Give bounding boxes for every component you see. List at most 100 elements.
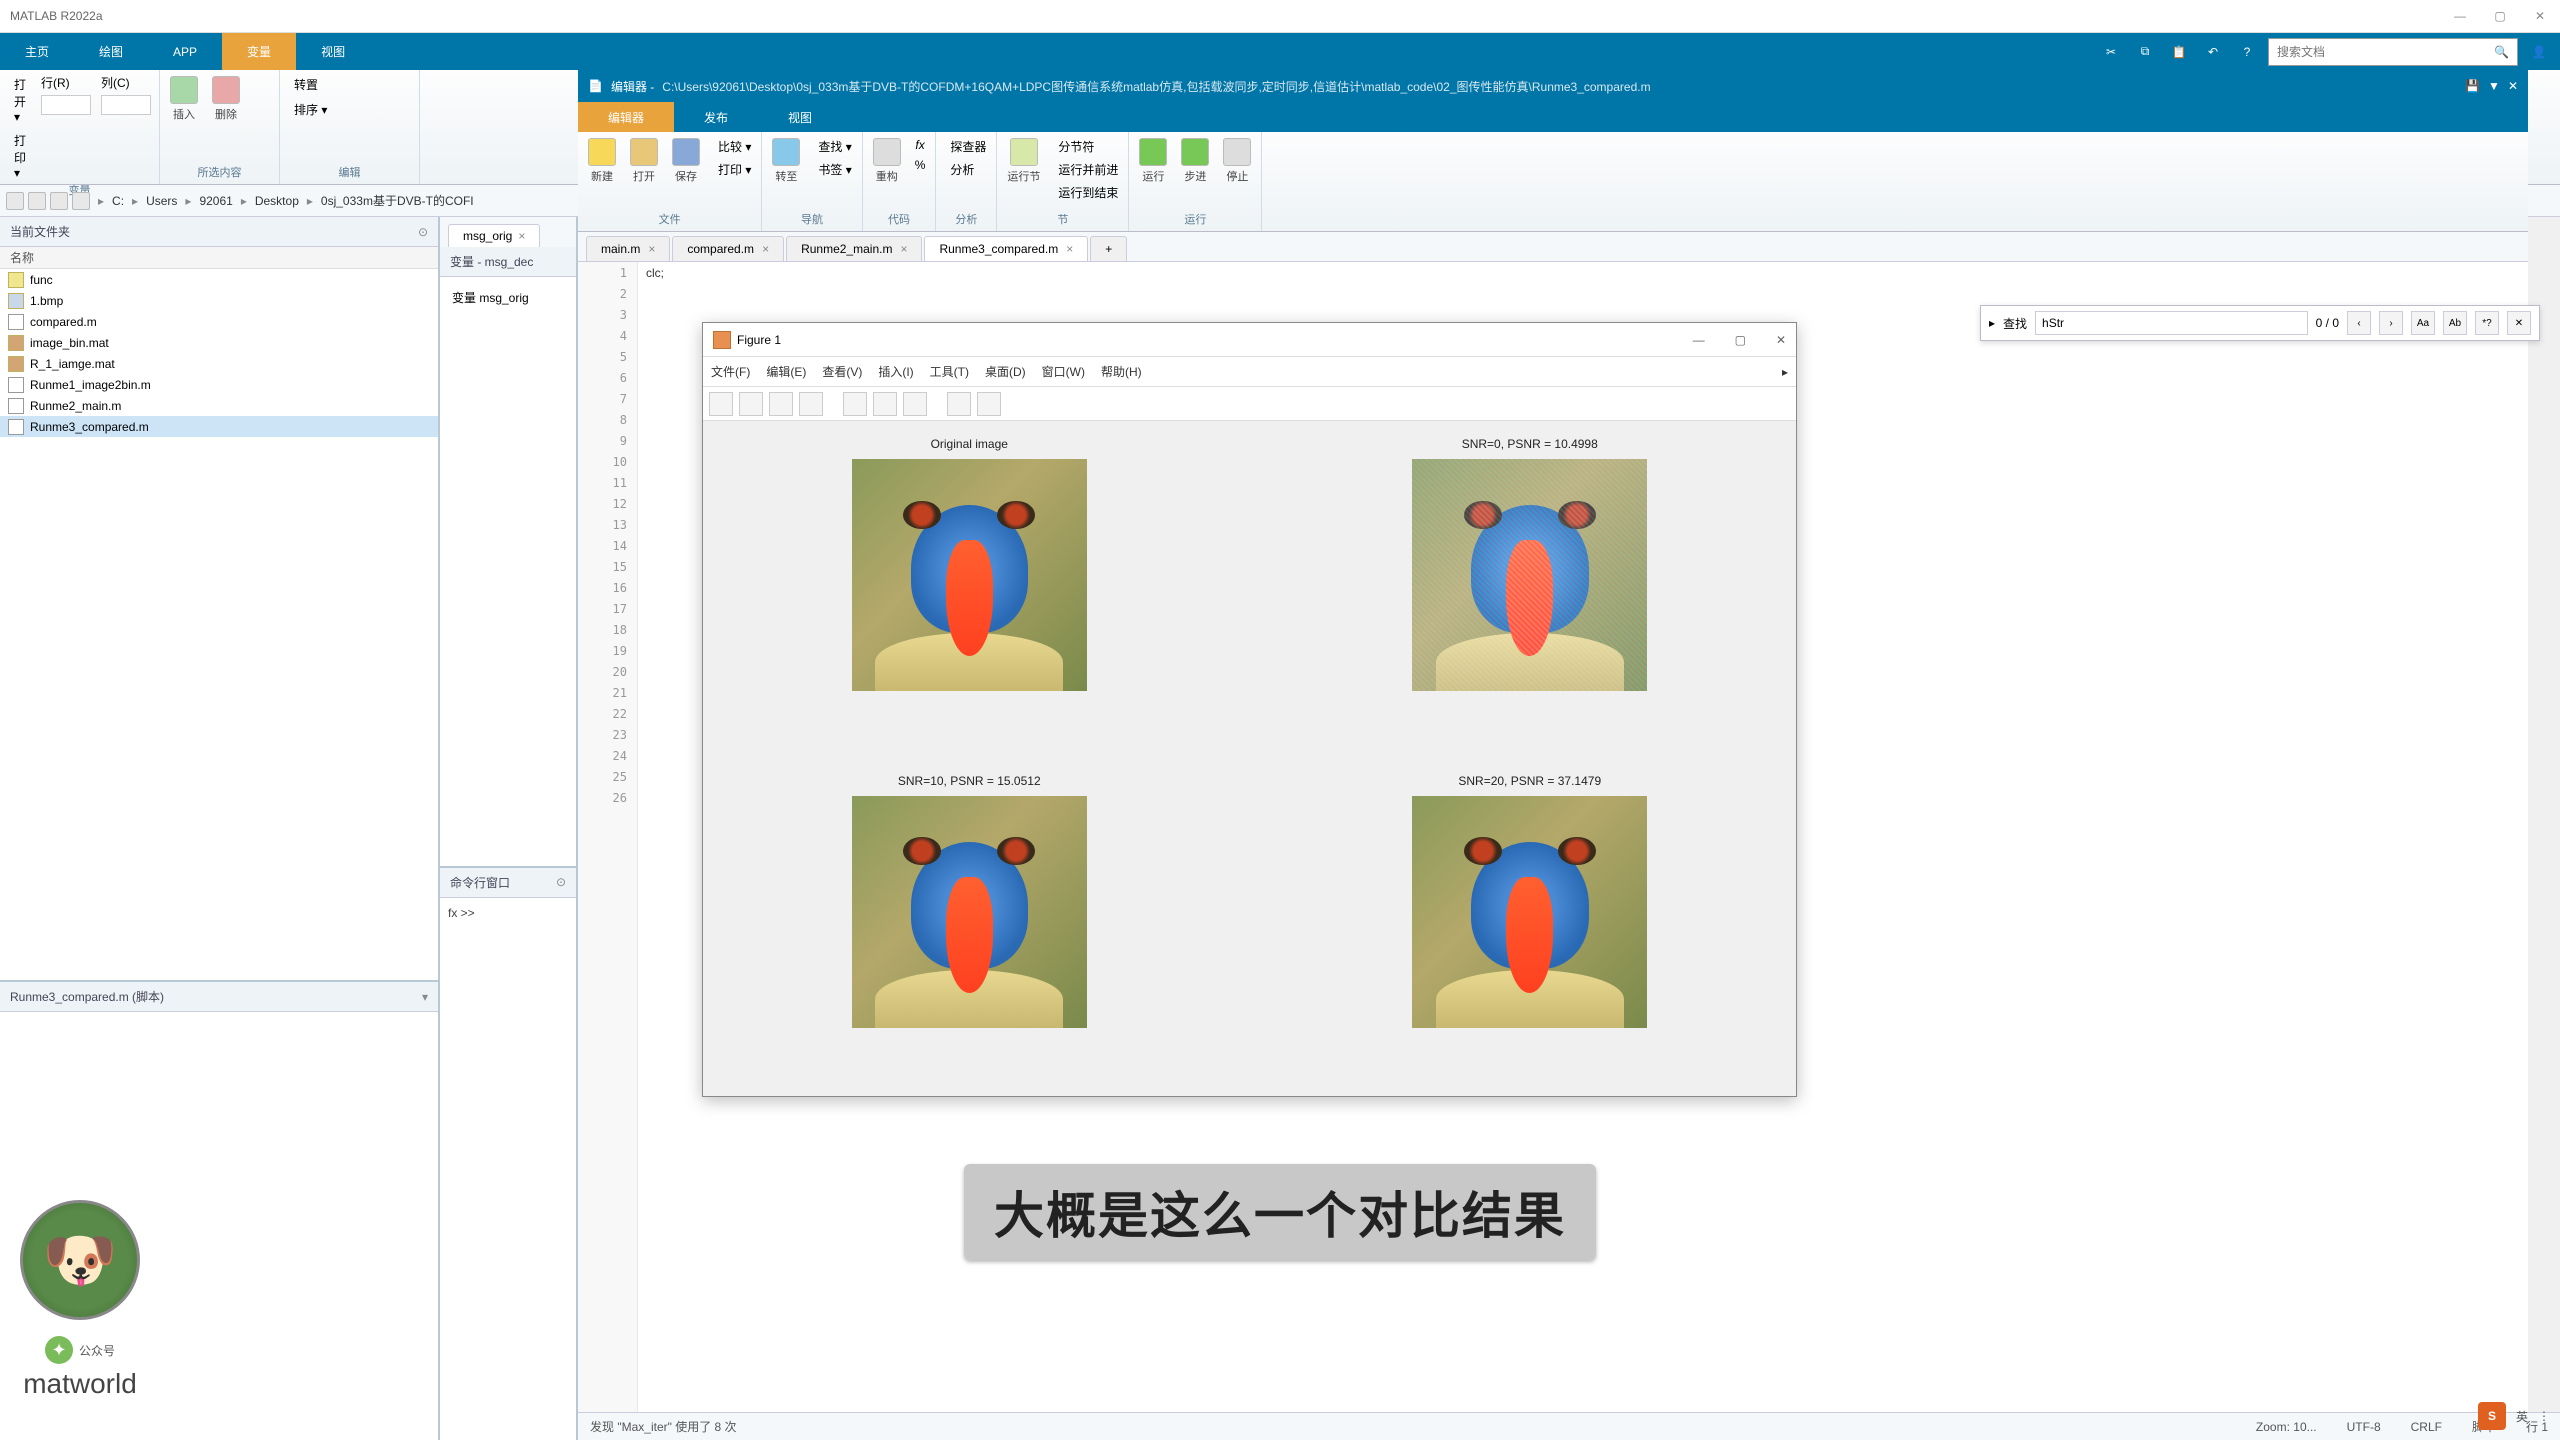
find-next-button[interactable]: › bbox=[2379, 311, 2403, 335]
maximize-button[interactable]: ▢ bbox=[2490, 9, 2510, 23]
insert-button[interactable]: 插入 bbox=[168, 74, 200, 124]
cmd-prompt[interactable]: fx >> bbox=[448, 906, 475, 920]
whole-word-button[interactable]: Ab bbox=[2443, 311, 2467, 335]
find-close-button[interactable]: ✕ bbox=[2507, 311, 2531, 335]
file-tab[interactable]: Runme2_main.m× bbox=[786, 236, 922, 261]
explorer-button[interactable]: 探查器 bbox=[944, 136, 988, 157]
editor-dock-icon[interactable]: ▼ bbox=[2488, 79, 2500, 93]
menu-view[interactable]: 查看(V) bbox=[822, 363, 862, 380]
file-row[interactable]: Runme3_compared.m bbox=[0, 416, 438, 437]
ime-more-icon[interactable]: ⋮ bbox=[2538, 1409, 2550, 1423]
analyze-button[interactable]: 分析 bbox=[944, 159, 988, 180]
col-input[interactable] bbox=[101, 95, 151, 115]
print-editor-button[interactable]: 打印 ▾ bbox=[712, 159, 753, 180]
run-section-button[interactable]: 运行节 bbox=[1005, 136, 1042, 186]
status-encoding[interactable]: UTF-8 bbox=[2347, 1420, 2381, 1434]
close-tab-icon[interactable]: × bbox=[762, 242, 769, 256]
pin-icon[interactable]: ⊙ bbox=[418, 225, 428, 239]
bookmark-button[interactable]: 书签 ▾ bbox=[812, 159, 853, 180]
crumb-92061[interactable]: 92061 bbox=[199, 194, 232, 208]
link-icon[interactable] bbox=[843, 392, 867, 416]
fx-button[interactable]: fx bbox=[913, 136, 926, 154]
colorbar-icon[interactable] bbox=[873, 392, 897, 416]
tab-variable[interactable]: 变量 bbox=[222, 33, 296, 70]
step-button[interactable]: 步进 bbox=[1179, 136, 1211, 186]
close-button[interactable]: ✕ bbox=[2530, 9, 2550, 23]
paste-icon[interactable]: 📋 bbox=[2166, 39, 2192, 65]
file-row[interactable]: 1.bmp bbox=[0, 290, 438, 311]
open-file-button[interactable]: 打开 bbox=[628, 136, 660, 186]
search-icon[interactable]: 🔍 bbox=[2494, 45, 2509, 59]
editor-close-icon[interactable]: ✕ bbox=[2508, 79, 2518, 93]
close-tab-icon[interactable]: × bbox=[1066, 242, 1073, 256]
login-icon[interactable]: 👤 bbox=[2526, 39, 2552, 65]
forward-icon[interactable] bbox=[28, 192, 46, 210]
detail-dropdown-icon[interactable]: ▾ bbox=[422, 990, 428, 1004]
close-tab-icon[interactable]: × bbox=[648, 242, 655, 256]
refactor-button[interactable]: 重构 bbox=[871, 136, 903, 186]
run-advance-button[interactable]: 运行并前进 bbox=[1052, 159, 1120, 180]
tab-view[interactable]: 视图 bbox=[296, 33, 370, 70]
save-fig-icon[interactable] bbox=[769, 392, 793, 416]
help-icon[interactable]: ? bbox=[2234, 39, 2260, 65]
undo-icon[interactable]: ↶ bbox=[2200, 39, 2226, 65]
tab-home[interactable]: 主页 bbox=[0, 33, 74, 70]
delete-button[interactable]: 删除 bbox=[210, 74, 242, 124]
save-file-button[interactable]: 保存 bbox=[670, 136, 702, 186]
menu-edit[interactable]: 编辑(E) bbox=[766, 363, 806, 380]
match-case-button[interactable]: Aa bbox=[2411, 311, 2435, 335]
print-button[interactable]: 打印 ▾ bbox=[8, 130, 31, 182]
print-fig-icon[interactable] bbox=[799, 392, 823, 416]
open-button[interactable]: 打开 ▾ bbox=[8, 74, 31, 126]
new-fig-icon[interactable] bbox=[709, 392, 733, 416]
new-tab-button[interactable]: + bbox=[1090, 236, 1127, 261]
file-tab[interactable]: Runme3_compared.m× bbox=[924, 236, 1088, 261]
copy-icon[interactable]: ⧉ bbox=[2132, 39, 2158, 65]
run-button[interactable]: 运行 bbox=[1137, 136, 1169, 186]
status-eol[interactable]: CRLF bbox=[2411, 1420, 2442, 1434]
cmd-pin-icon[interactable]: ⊙ bbox=[556, 875, 566, 889]
figure-close-button[interactable]: ✕ bbox=[1776, 333, 1786, 347]
tab-plot[interactable]: 绘图 bbox=[74, 33, 148, 70]
stop-button[interactable]: 停止 bbox=[1221, 136, 1253, 186]
ime-lang[interactable]: 英 bbox=[2516, 1408, 2528, 1425]
file-tab[interactable]: compared.m× bbox=[672, 236, 784, 261]
crumb-users[interactable]: Users bbox=[146, 194, 177, 208]
status-zoom[interactable]: Zoom: 10... bbox=[2256, 1420, 2317, 1434]
file-row[interactable]: func bbox=[0, 269, 438, 290]
menu-window[interactable]: 窗口(W) bbox=[1042, 363, 1085, 380]
crumb-desktop[interactable]: Desktop bbox=[255, 194, 299, 208]
figure-menu-more-icon[interactable]: ▸ bbox=[1782, 365, 1788, 379]
close-tab-icon[interactable]: × bbox=[900, 242, 907, 256]
code-line-1[interactable]: clc; bbox=[646, 266, 2520, 287]
crumb-drive[interactable]: C: bbox=[112, 194, 124, 208]
row-input[interactable] bbox=[41, 95, 91, 115]
select-icon[interactable] bbox=[977, 392, 1001, 416]
editor-tab-view[interactable]: 视图 bbox=[758, 102, 842, 132]
regex-button[interactable]: *? bbox=[2475, 311, 2499, 335]
file-row[interactable]: Runme1_image2bin.m bbox=[0, 374, 438, 395]
file-row[interactable]: R_1_iamge.mat bbox=[0, 353, 438, 374]
file-row[interactable]: Runme2_main.m bbox=[0, 395, 438, 416]
goto-button[interactable]: 转至 bbox=[770, 136, 802, 186]
find-input[interactable] bbox=[2035, 311, 2308, 335]
pointer-icon[interactable] bbox=[947, 392, 971, 416]
menu-desktop[interactable]: 桌面(D) bbox=[985, 363, 1026, 380]
open-fig-icon[interactable] bbox=[739, 392, 763, 416]
new-file-button[interactable]: 新建 bbox=[586, 136, 618, 186]
comment-button[interactable]: % bbox=[913, 156, 928, 174]
search-docs[interactable]: 🔍 bbox=[2268, 38, 2518, 66]
var-tab[interactable]: msg_orig × bbox=[448, 224, 540, 247]
back-icon[interactable] bbox=[6, 192, 24, 210]
close-var-tab-icon[interactable]: × bbox=[518, 229, 525, 243]
find-button[interactable]: 查找 ▾ bbox=[812, 136, 853, 157]
menu-insert[interactable]: 插入(I) bbox=[878, 363, 913, 380]
find-prev-button[interactable]: ‹ bbox=[2347, 311, 2371, 335]
sogou-ime-icon[interactable]: S bbox=[2478, 1402, 2506, 1430]
col-name[interactable]: 名称 bbox=[10, 249, 34, 266]
legend-icon[interactable] bbox=[903, 392, 927, 416]
menu-file[interactable]: 文件(F) bbox=[711, 363, 750, 380]
up-icon[interactable] bbox=[50, 192, 68, 210]
find-expand-icon[interactable]: ▸ bbox=[1989, 316, 1995, 330]
run-to-end-button[interactable]: 运行到结束 bbox=[1052, 182, 1120, 203]
